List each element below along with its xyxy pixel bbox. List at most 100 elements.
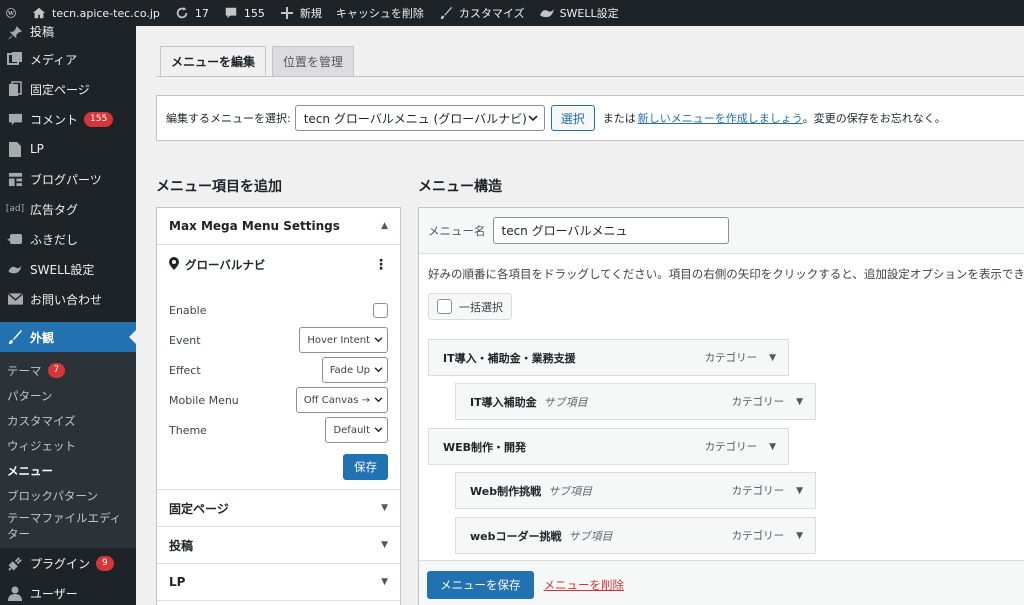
bulk-select-checkbox[interactable] [437, 299, 452, 314]
menu-item-title: IT導入補助金 [470, 395, 537, 409]
submenu-label: メニュー [7, 463, 53, 478]
sub-item-label: サブ項目 [548, 484, 593, 498]
wordpress-logo-icon[interactable]: W [0, 0, 24, 26]
caret-down-icon[interactable]: ▼ [769, 353, 776, 363]
sidebar-item-label: LP [30, 142, 44, 156]
menu-select[interactable]: tecn グローバルメニュ (グローバルナビ) [294, 105, 545, 131]
accordion-lp-header[interactable]: LP ▼ [157, 564, 400, 601]
menu-item-type: カテゴリー [731, 485, 785, 497]
swell-icon [6, 260, 24, 278]
sidebar-item-label: ふきだし [30, 232, 79, 247]
submenu-item-patterns[interactable]: パターン [0, 383, 136, 408]
event-select[interactable]: Hover Intent [299, 327, 388, 353]
accordion-pages-header[interactable]: 固定ページ ▼ [157, 490, 400, 527]
mobile-menu-select[interactable]: Off Canvas → [295, 387, 388, 413]
menu-item[interactable]: IT導入補助金 サブ項目 カテゴリー ▼ [455, 383, 816, 420]
sidebar-item-users[interactable]: ユーザー [0, 578, 136, 605]
sidebar-item-lp[interactable]: LP [0, 134, 136, 164]
customize-label: カスタマイズ [458, 7, 525, 20]
option-effect: Effect Fade Up [169, 355, 388, 385]
bulk-select-label: 一括選択 [459, 300, 503, 314]
menu-item[interactable]: webコーダー挑戦 サブ項目 カテゴリー ▼ [455, 517, 816, 554]
reminder-text: 。変更の保存をお忘れなく。 [802, 112, 946, 125]
clear-cache-link[interactable]: キャッシュを削除 [329, 0, 431, 26]
sidebar-item-label: ブログパーツ [30, 172, 102, 187]
mega-menu-save-button[interactable]: 保存 [343, 454, 388, 480]
sidebar-item-label: 固定ページ [30, 82, 90, 97]
page-icon [6, 80, 24, 98]
comments-link[interactable]: 155 [216, 0, 272, 26]
tab-label: メニューを編集 [171, 54, 256, 69]
caret-down-icon: ▼ [381, 540, 388, 550]
sidebar-item-balloon[interactable]: ふきだし [0, 224, 136, 254]
menu-structure-panel: メニュー名 tecn グローバルメニュ 好みの順番に各項目をドラッグしてください… [418, 207, 1024, 605]
menu-item[interactable]: Web制作挑戦 サブ項目 カテゴリー ▼ [455, 472, 816, 509]
caret-down-icon[interactable]: ▼ [769, 442, 776, 452]
swell-settings-link[interactable]: SWELL設定 [532, 0, 626, 26]
comments-badge: 155 [84, 111, 114, 127]
create-menu-link[interactable]: 新しいメニューを作成しましょう [638, 110, 803, 126]
updates-link[interactable]: 17 [167, 0, 216, 26]
tab-edit-menus[interactable]: メニューを編集 [160, 46, 267, 76]
plugins-badge: 9 [96, 555, 114, 571]
caret-down-icon[interactable]: ▼ [796, 397, 803, 407]
comment-icon [6, 110, 24, 128]
menu-item[interactable]: WEB制作・開発 カテゴリー ▼ [428, 428, 789, 465]
effect-select[interactable]: Fade Up [321, 357, 388, 383]
or-text: または [602, 112, 636, 125]
select-value: Off Canvas → [303, 394, 370, 406]
sidebar-item-appearance[interactable]: 外観 [0, 322, 136, 352]
submenu-item-customize[interactable]: カスタマイズ [0, 408, 136, 433]
location-name: グローバルナビ [185, 258, 266, 272]
menu-name-input[interactable]: tecn グローバルメニュ [492, 217, 729, 244]
sidebar-item-contact[interactable]: お問い合わせ [0, 284, 136, 314]
caret-down-icon[interactable]: ▼ [796, 486, 803, 496]
enable-checkbox[interactable] [373, 302, 388, 318]
customize-link[interactable]: カスタマイズ [431, 0, 532, 26]
mail-icon [6, 290, 24, 308]
select-button[interactable]: 選択 [550, 105, 595, 131]
bulk-select-button[interactable]: 一括選択 [428, 293, 512, 320]
plus-icon [279, 5, 295, 21]
sidebar-item-posts[interactable]: 投稿 [0, 26, 136, 44]
mega-menu-settings-header[interactable]: Max Mega Menu Settings ▲ [157, 208, 400, 245]
submenu-label: カスタマイズ [7, 413, 76, 428]
select-value: Hover Intent [307, 334, 370, 346]
theme-select[interactable]: Default [325, 417, 388, 443]
location-row: グローバルナビ ⋮ [169, 245, 388, 285]
sidebar-item-ad-tags[interactable]: [ad] 広告タグ [0, 194, 136, 224]
submenu-item-widgets[interactable]: ウィジェット [0, 433, 136, 458]
sidebar-item-blog-parts[interactable]: ブログパーツ [0, 164, 136, 194]
tab-divider [156, 76, 1024, 77]
save-menu-button[interactable]: メニューを保存 [427, 570, 534, 599]
sidebar-item-plugins[interactable]: プラグイン 9 [0, 548, 136, 578]
ad-icon: [ad] [5, 204, 25, 214]
accordion-posts-header[interactable]: 投稿 ▼ [157, 527, 400, 564]
submenu-label: ウィジェット [7, 438, 76, 453]
caret-down-icon[interactable]: ▼ [796, 531, 803, 541]
more-options-icon[interactable]: ⋮ [374, 257, 388, 273]
sidebar-item-pages[interactable]: 固定ページ [0, 74, 136, 104]
submenu-item-block-patterns[interactable]: ブロックパターン [0, 483, 136, 508]
sidebar-item-media[interactable]: メディア [0, 44, 136, 74]
submenu-label: パターン [7, 388, 53, 403]
sidebar-item-comments[interactable]: コメント 155 [0, 104, 136, 134]
submenu-item-theme-editor[interactable]: テーマファイルエディター [0, 508, 136, 544]
appearance-submenu: テーマ 7 パターン カスタマイズ ウィジェット メニュー ブロックパターン テ… [0, 352, 136, 548]
sidebar-item-swell-settings[interactable]: SWELL設定 [0, 254, 136, 284]
delete-menu-link[interactable]: メニューを削除 [544, 577, 625, 593]
cache-label: キャッシュを削除 [335, 7, 424, 20]
submenu-item-themes[interactable]: テーマ 7 [0, 358, 136, 383]
menu-item[interactable]: IT導入・補助金・業務支援 カテゴリー ▼ [428, 339, 789, 376]
submenu-item-menus[interactable]: メニュー [0, 458, 136, 483]
menu-item-type: カテゴリー [731, 396, 785, 408]
new-label: 新規 [299, 7, 322, 20]
tab-manage-locations[interactable]: 位置を管理 [272, 46, 355, 76]
themes-badge: 7 [47, 363, 66, 378]
chevron-down-icon [374, 395, 383, 406]
site-name-link[interactable]: tecn.apice-tec.co.jp [24, 0, 167, 26]
brush-icon [6, 328, 24, 346]
accordion-title: LP [169, 575, 186, 589]
new-content-link[interactable]: 新規 [272, 0, 329, 26]
submenu-label: テーマ [7, 363, 42, 378]
